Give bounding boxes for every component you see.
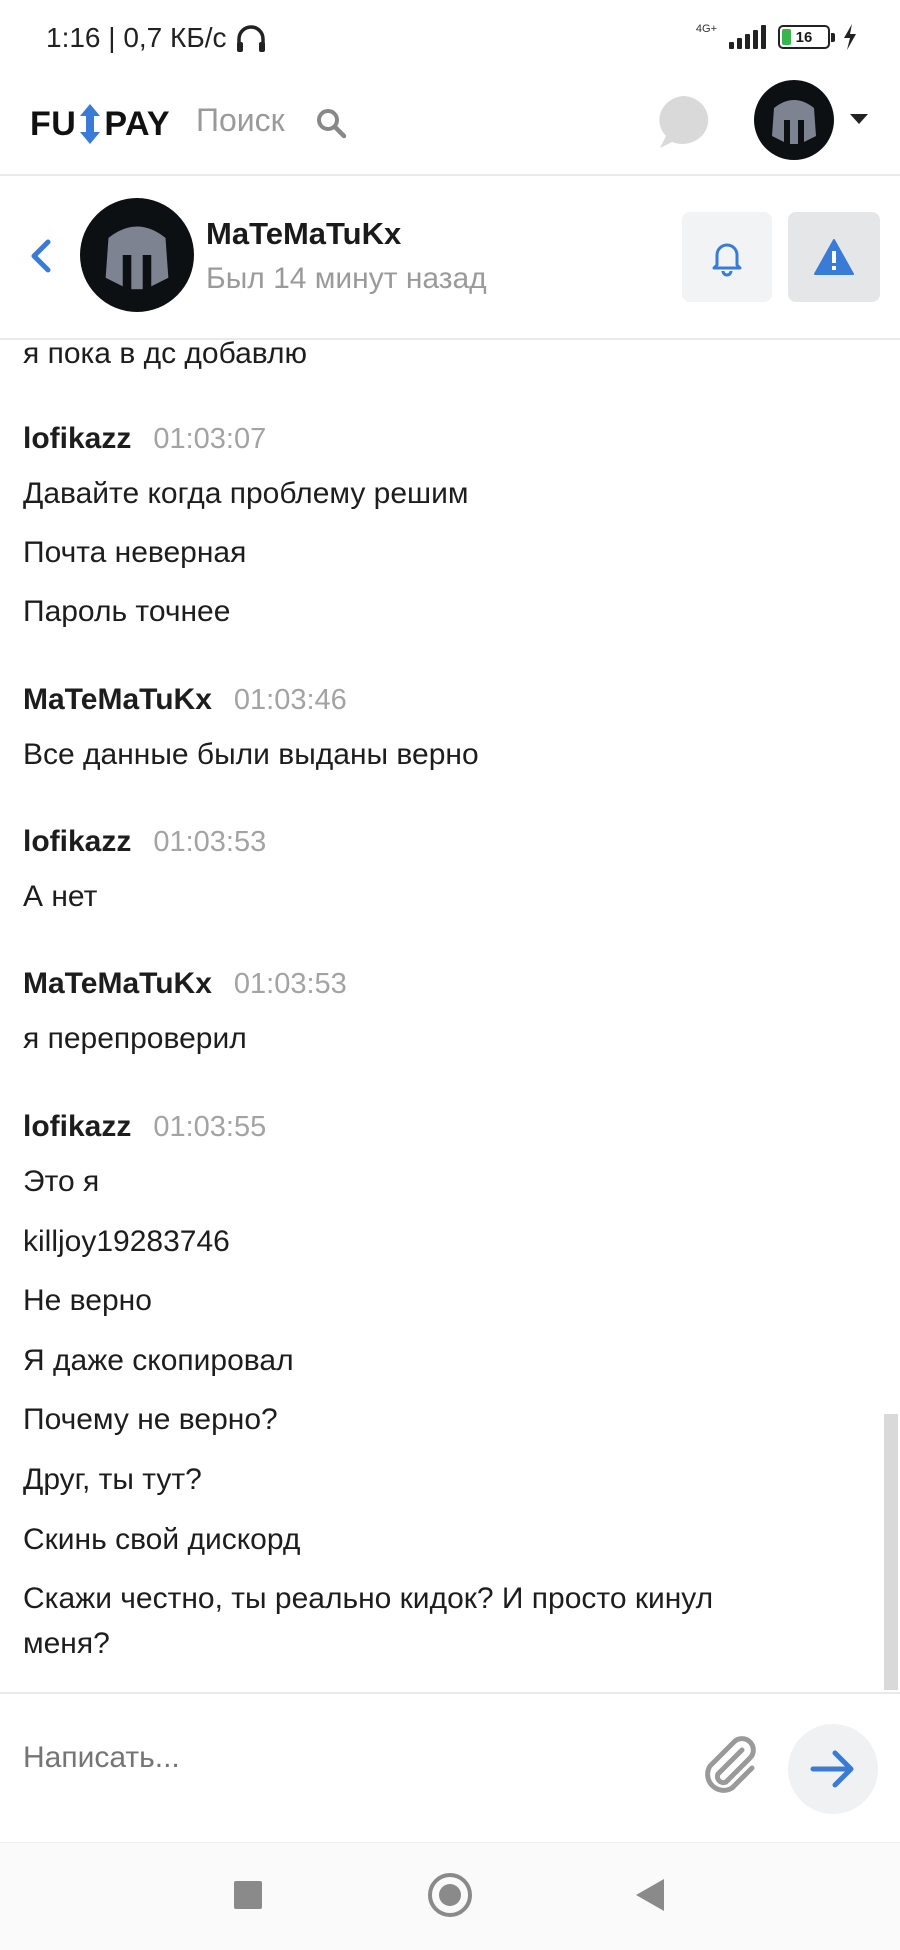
signal-icon xyxy=(729,25,766,49)
message-text: меня? xyxy=(23,1627,110,1660)
battery-icon: 16 xyxy=(778,25,835,49)
message-time: 01:03:07 xyxy=(153,423,267,455)
notifications-button[interactable] xyxy=(682,212,772,302)
message-author[interactable]: lofikazz xyxy=(23,1110,131,1144)
status-left: 1:16 | 0,7 КБ/с xyxy=(46,22,267,54)
message-time: 01:03:53 xyxy=(233,968,347,1000)
status-time-speed: 1:16 | 0,7 КБ/с xyxy=(46,22,227,53)
message-time: 01:03:46 xyxy=(233,684,347,716)
message-author[interactable]: lofikazz xyxy=(23,825,131,859)
headphones-icon xyxy=(236,25,265,52)
search-label[interactable]: Поиск xyxy=(196,102,285,139)
message-text: Я даже скопировал xyxy=(23,1344,294,1377)
message-text: я перепроверил xyxy=(23,1022,247,1055)
system-nav-bar xyxy=(0,1842,900,1950)
message-header: MaTeMaTuKx 01:03:53 xyxy=(23,967,347,1001)
arrow-right-icon xyxy=(810,1750,854,1788)
message-time: 01:03:55 xyxy=(153,1111,267,1143)
message-text: killjoy19283746 xyxy=(23,1225,230,1258)
message-header: lofikazz 01:03:07 xyxy=(23,422,266,456)
report-button[interactable] xyxy=(788,212,880,302)
helmet-icon xyxy=(105,226,169,290)
bell-icon xyxy=(712,243,742,277)
status-right: 4G+ 16 xyxy=(695,22,858,50)
funpay-logo[interactable]: FU PAY xyxy=(30,102,170,146)
message-input[interactable] xyxy=(23,1736,543,1780)
logo-arrows-icon xyxy=(80,104,101,144)
chevron-down-icon[interactable] xyxy=(850,114,868,124)
message-header: lofikazz 01:03:55 xyxy=(23,1110,266,1144)
message-text: Скинь свой дискорд xyxy=(23,1523,301,1556)
messages-scrollbar[interactable] xyxy=(884,1414,898,1690)
message-author[interactable]: MaTeMaTuKx xyxy=(23,683,212,717)
message-text: Скажи честно, ты реально кидок? И просто… xyxy=(23,1582,714,1615)
message-text: я пока в дс добавлю xyxy=(23,340,308,370)
network-type: 4G+ xyxy=(695,22,717,35)
back-triangle-icon[interactable] xyxy=(636,1879,664,1911)
message-author[interactable]: lofikazz xyxy=(23,422,131,456)
message-text: Почта неверная xyxy=(23,536,247,569)
logo-text-left: FU xyxy=(30,104,77,143)
message-text: А нет xyxy=(23,880,98,913)
message-text: Все данные были выданы верно xyxy=(23,738,479,771)
message-header: lofikazz 01:03:53 xyxy=(23,825,266,859)
recents-icon[interactable] xyxy=(234,1881,262,1909)
logo-text-right: PAY xyxy=(104,104,171,143)
paperclip-icon[interactable] xyxy=(694,1730,764,1800)
search-icon[interactable] xyxy=(314,106,348,140)
chat-contact-status: Был 14 минут назад xyxy=(206,262,487,295)
battery-level: 16 xyxy=(795,28,813,46)
status-bar: 1:16 | 0,7 КБ/с 4G+ 16 xyxy=(0,0,900,80)
message-text: Не верно xyxy=(23,1284,152,1317)
message-header: MaTeMaTuKx 01:03:46 xyxy=(23,683,347,717)
back-arrow-icon[interactable] xyxy=(26,236,56,276)
message-text: Пароль точнее xyxy=(23,595,231,628)
user-avatar[interactable] xyxy=(754,80,834,160)
chat-contact-name[interactable]: MaTeMaTuKx xyxy=(206,216,401,252)
send-button[interactable] xyxy=(788,1724,878,1814)
message-text: Друг, ты тут? xyxy=(23,1463,202,1496)
message-time: 01:03:53 xyxy=(153,826,267,858)
chat-bubble-icon[interactable] xyxy=(654,92,714,152)
chat-header: MaTeMaTuKx Был 14 минут назад xyxy=(0,178,900,340)
message-composer xyxy=(0,1692,900,1840)
message-author[interactable]: MaTeMaTuKx xyxy=(23,967,212,1001)
charging-icon xyxy=(844,24,856,50)
helmet-icon xyxy=(772,100,816,144)
messages-list[interactable]: я пока в дс добавлю lofikazz 01:03:07 Да… xyxy=(0,340,900,1690)
message-text: Давайте когда проблему решим xyxy=(23,477,469,510)
site-header: FU PAY Поиск xyxy=(0,80,900,176)
message-text: Почему не верно? xyxy=(23,1403,278,1436)
chat-avatar[interactable] xyxy=(80,198,194,312)
warning-icon xyxy=(814,239,854,275)
home-icon[interactable] xyxy=(428,1873,472,1917)
message-text: Это я xyxy=(23,1165,100,1198)
